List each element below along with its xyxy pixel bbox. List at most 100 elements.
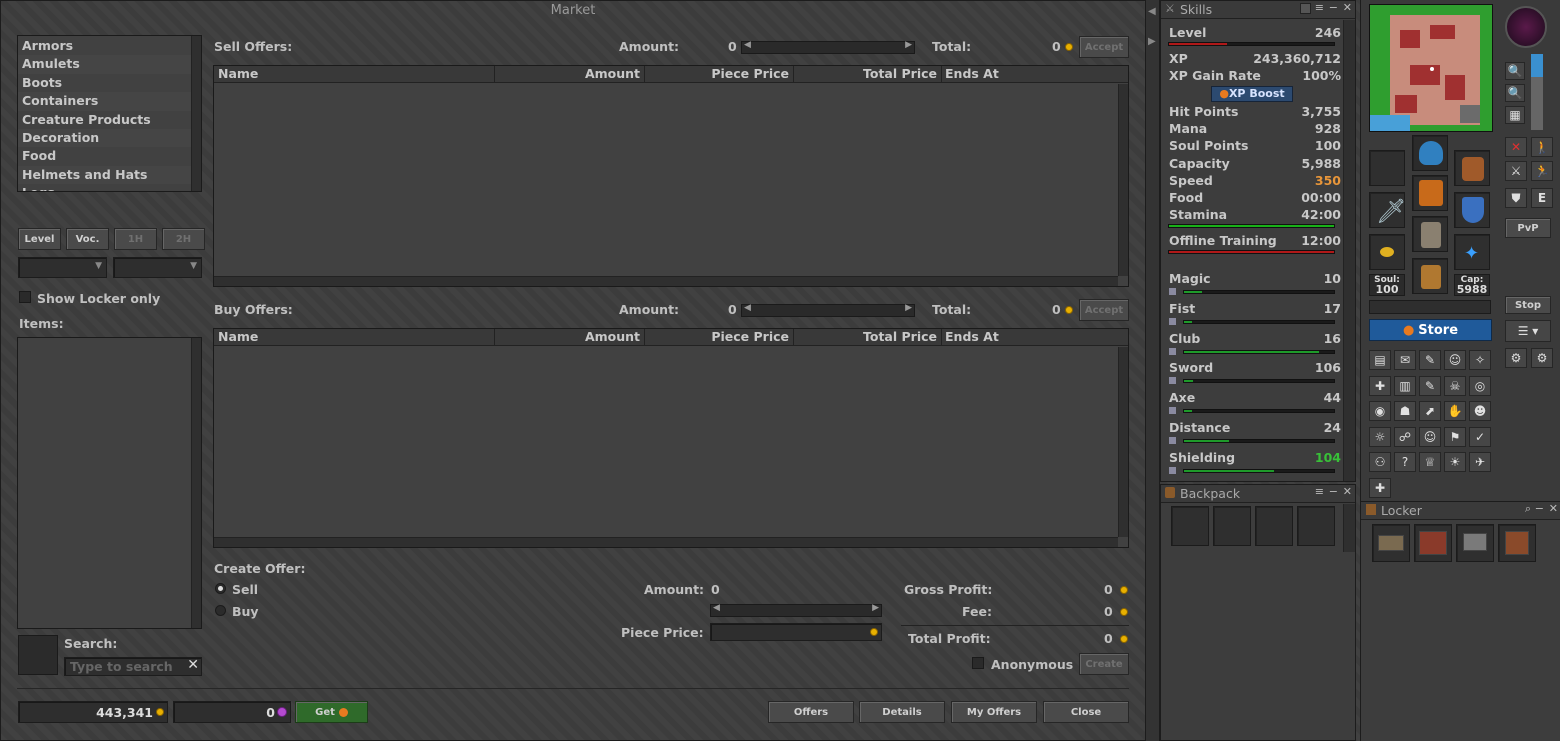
action-icon[interactable]: ✓ — [1469, 426, 1491, 447]
minimap[interactable] — [1369, 4, 1493, 132]
close-icon[interactable]: ✕ — [1343, 485, 1352, 498]
category-scrollbar[interactable] — [191, 36, 201, 191]
column-header-amount[interactable]: Amount — [495, 66, 645, 82]
action-icon[interactable]: ☻ — [1469, 401, 1491, 421]
backpack-slot[interactable] — [1171, 506, 1209, 546]
column-header-piece-price[interactable]: Piece Price — [645, 66, 794, 82]
shield-slot[interactable] — [1454, 192, 1490, 228]
one-hand-filter-button[interactable]: 1H — [114, 228, 157, 250]
category-item[interactable]: Containers — [18, 92, 201, 111]
action-icon[interactable]: ✧ — [1469, 350, 1491, 370]
vocation-filter-button[interactable]: Voc. — [66, 228, 109, 250]
buy-accept-button[interactable]: Accept — [1079, 299, 1129, 321]
backpack-equip-slot[interactable] — [1454, 150, 1490, 186]
level-filter-button[interactable]: Level — [18, 228, 61, 250]
action-icon[interactable]: ◎ — [1469, 375, 1491, 396]
action-icon[interactable]: ◉ — [1369, 401, 1391, 421]
column-header-ends-at[interactable]: Ends At — [942, 66, 1130, 82]
legs-slot[interactable] — [1412, 216, 1448, 252]
backpack-slot[interactable] — [1213, 506, 1251, 546]
action-icon[interactable]: ♕ — [1419, 452, 1441, 472]
action-icon[interactable]: ⚇ — [1369, 452, 1391, 472]
column-header-amount[interactable]: Amount — [495, 329, 645, 345]
close-icon[interactable]: ✕ — [1343, 1, 1352, 14]
zoom-out-icon[interactable]: 🔍 — [1505, 84, 1525, 102]
my-offers-button[interactable]: My Offers — [951, 701, 1037, 723]
action-icon[interactable]: ▤ — [1369, 350, 1391, 370]
run-icon[interactable]: 🏃 — [1531, 161, 1553, 181]
skills-scrollbar[interactable] — [1343, 20, 1355, 481]
close-button[interactable]: Close — [1043, 701, 1129, 723]
ring-slot[interactable] — [1369, 234, 1405, 270]
compass-icon[interactable] — [1505, 6, 1547, 48]
sell-table-hscroll[interactable] — [214, 276, 1118, 286]
menu-icon[interactable]: ≡ — [1315, 1, 1324, 14]
two-hand-filter-button[interactable]: 2H — [162, 228, 205, 250]
sell-radio[interactable] — [215, 583, 226, 594]
column-header-name[interactable]: Name — [214, 329, 495, 345]
action-icon[interactable]: ✈ — [1469, 452, 1491, 472]
full-map-icon[interactable]: ▦ — [1505, 106, 1525, 124]
ammo-slot[interactable]: ✦ — [1454, 234, 1490, 270]
search-icon[interactable]: ⌕ — [1525, 502, 1531, 516]
boots-slot[interactable] — [1412, 258, 1448, 294]
get-coins-button[interactable]: Get — [295, 701, 368, 723]
create-amount-slider[interactable]: ◀ ▶ — [710, 603, 882, 617]
floor-slider[interactable] — [1531, 54, 1543, 130]
chase-icon[interactable]: ⚔ — [1505, 161, 1527, 181]
category-item[interactable]: Creature Products — [18, 111, 201, 129]
action-icon[interactable]: ✎ — [1419, 350, 1441, 370]
piece-price-input[interactable] — [710, 623, 882, 641]
options-icon[interactable]: ⚙ — [1531, 348, 1553, 368]
category-item[interactable]: Boots — [18, 74, 201, 92]
action-icon[interactable]: ☼ — [1369, 426, 1391, 447]
buy-table-vscroll[interactable] — [1118, 347, 1128, 537]
menu-icon[interactable]: ☰ ▾ — [1505, 320, 1551, 342]
filter-dropdown-2[interactable]: ▼ — [113, 257, 202, 278]
items-scrollbar[interactable] — [191, 338, 201, 628]
defense-icon[interactable]: ⛊ — [1505, 188, 1527, 208]
column-header-total-price[interactable]: Total Price — [794, 329, 942, 345]
settings-icon[interactable]: ⚙ — [1505, 348, 1527, 368]
action-icon[interactable]: ☍ — [1394, 426, 1416, 447]
amulet-slot[interactable] — [1369, 150, 1405, 186]
category-item[interactable]: Legs — [18, 184, 201, 191]
action-icon[interactable]: ✋ — [1444, 401, 1466, 421]
action-icon[interactable]: ☺ — [1444, 350, 1466, 370]
store-button[interactable]: ● Store — [1369, 319, 1492, 341]
action-icon[interactable]: ✚ — [1369, 375, 1391, 396]
column-header-piece-price[interactable]: Piece Price — [645, 329, 794, 345]
category-item[interactable]: Armors — [18, 37, 201, 55]
sell-table-vscroll[interactable] — [1118, 84, 1128, 276]
zoom-in-icon[interactable]: 🔍 — [1505, 62, 1525, 80]
backpack-scrollbar[interactable] — [1343, 504, 1355, 552]
category-item[interactable]: Helmets and Hats — [18, 165, 201, 185]
search-input[interactable]: Type to search ✕ — [64, 657, 202, 676]
category-list[interactable]: Armors Amulets Boots Containers Creature Pro… — [17, 35, 202, 192]
stop-button[interactable]: Stop — [1505, 296, 1551, 314]
action-icon[interactable]: ☀ — [1444, 452, 1466, 472]
expert-mode-button[interactable]: E — [1531, 188, 1553, 208]
sell-accept-button[interactable]: Accept — [1079, 36, 1129, 58]
anonymous-checkbox[interactable] — [972, 657, 984, 669]
column-header-name[interactable]: Name — [214, 66, 495, 82]
category-item[interactable]: Amulets — [18, 55, 201, 74]
buy-table-hscroll[interactable] — [214, 537, 1118, 547]
minimize-icon[interactable]: − — [1535, 502, 1544, 515]
close-icon[interactable]: ✕ — [1549, 502, 1558, 515]
category-item[interactable]: Decoration — [18, 128, 201, 148]
clear-search-icon[interactable]: ✕ — [187, 657, 199, 674]
column-header-ends-at[interactable]: Ends At — [942, 329, 1130, 345]
xp-boost-button[interactable]: ●XP Boost — [1211, 86, 1293, 102]
stop-attack-icon[interactable]: ✕ — [1505, 137, 1527, 157]
backpack-slot[interactable] — [1297, 506, 1335, 546]
create-offer-button[interactable]: Create — [1079, 653, 1129, 675]
action-icon[interactable]: ⬈ — [1419, 401, 1441, 421]
backpack-slot[interactable] — [1255, 506, 1293, 546]
market-slot[interactable] — [1498, 524, 1536, 562]
armor-slot[interactable] — [1412, 175, 1448, 211]
show-locker-checkbox[interactable] — [19, 291, 31, 303]
depot-slot[interactable] — [1372, 524, 1410, 562]
inbox-slot[interactable] — [1456, 524, 1494, 562]
category-item[interactable]: Food — [18, 147, 201, 165]
